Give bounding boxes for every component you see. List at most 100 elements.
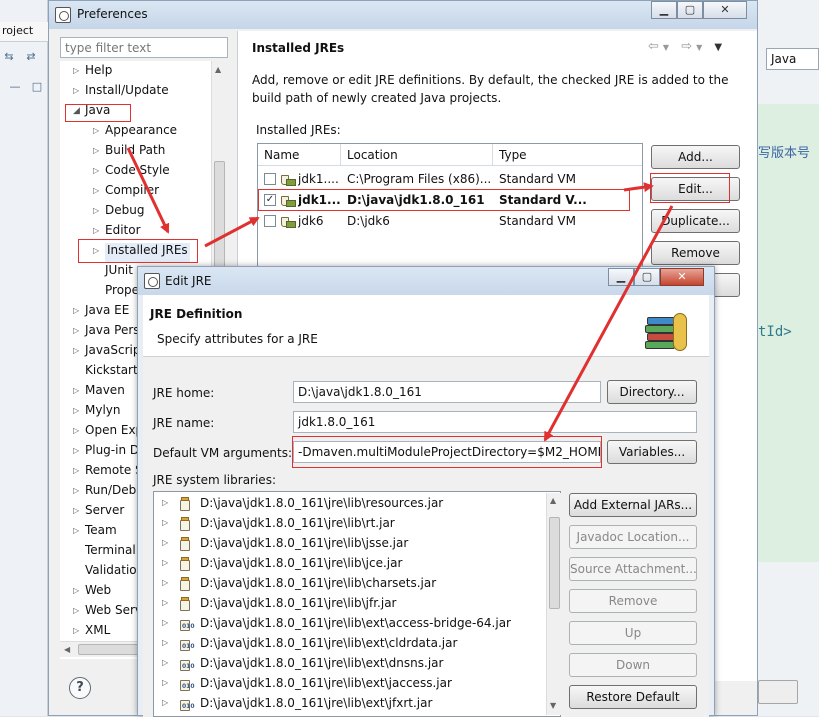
expand-icon[interactable]: ▷ — [162, 518, 168, 527]
tree-item-xml[interactable]: ▷ XML — [73, 623, 110, 643]
add-external-jars-button[interactable]: Add External JARs... — [569, 493, 697, 517]
source-attachment-button[interactable]: Source Attachment... — [569, 557, 697, 581]
tree-item-maven[interactable]: ▷ Maven — [73, 383, 125, 403]
expand-icon[interactable]: ▷ — [73, 466, 79, 475]
tree-item-compiler[interactable]: ▷ Compiler — [93, 183, 159, 203]
close-button[interactable]: ✕ — [703, 1, 747, 19]
edit-jre-title-bar[interactable]: Edit JRE ▁ ▢ ✕ — [138, 267, 714, 295]
close-icon[interactable]: ✕ — [660, 268, 704, 286]
move-down-button[interactable]: Down — [569, 653, 697, 677]
tree-item-team[interactable]: ▷ Team — [73, 523, 117, 543]
tree-item-help[interactable]: ▷ Help — [73, 63, 112, 83]
minimize-button[interactable]: ▁ — [608, 268, 634, 286]
minimize-button[interactable]: ▁ — [651, 1, 677, 19]
tree-item-debug[interactable]: ▷ Debug — [93, 203, 144, 223]
variables-button[interactable]: Variables... — [607, 440, 697, 464]
jre-checkbox[interactable] — [264, 215, 276, 227]
tree-item-mylyn[interactable]: ▷ Mylyn — [73, 403, 121, 423]
expand-icon[interactable]: ▷ — [93, 166, 99, 175]
collapse-icon[interactable]: ◢ — [73, 106, 80, 116]
scroll-down-icon[interactable]: ▼ — [550, 701, 556, 710]
tree-item-code-style[interactable]: ▷ Code Style — [93, 163, 170, 183]
expand-icon[interactable]: ▷ — [73, 346, 79, 355]
tree-item-terminal[interactable]: Terminal — [85, 543, 136, 563]
expand-icon[interactable]: ▷ — [73, 306, 79, 315]
expand-icon[interactable]: ▷ — [162, 658, 168, 667]
filter-input[interactable]: type filter text — [60, 37, 228, 58]
expand-icon[interactable]: ▷ — [73, 66, 79, 75]
directory-button[interactable]: Directory... — [607, 380, 697, 404]
tree-item-appearance[interactable]: ▷ Appearance — [93, 123, 177, 143]
expand-icon[interactable]: ▷ — [93, 186, 99, 195]
scroll-up-icon[interactable]: ▲ — [550, 496, 556, 505]
maximize-button[interactable]: ▢ — [677, 1, 703, 19]
column-header-type[interactable]: Type — [493, 144, 642, 166]
tree-item-editor[interactable]: ▷ Editor — [93, 223, 141, 243]
back-menu-icon[interactable]: ▼ — [663, 43, 673, 52]
remove-library-button[interactable]: Remove — [569, 589, 697, 613]
tree-item-validation[interactable]: Validation — [85, 563, 144, 583]
expand-icon[interactable]: ▷ — [93, 126, 99, 135]
maximize-button[interactable]: ▢ — [634, 268, 660, 286]
tree-item-install-update[interactable]: ▷ Install/Update — [73, 83, 169, 103]
table-row-selected[interactable]: ✓ jdk1.... D:\java\jdk1.8.0_161 Standard… — [258, 190, 642, 211]
restore-default-button[interactable]: Restore Default — [569, 685, 697, 709]
forward-icon[interactable]: ⇨ — [681, 39, 696, 54]
column-header-location[interactable]: Location — [341, 144, 493, 166]
scroll-thumb[interactable] — [549, 517, 560, 609]
expand-icon[interactable]: ▷ — [162, 578, 168, 587]
expand-icon[interactable]: ▷ — [73, 386, 79, 395]
tree-item-build-path[interactable]: ▷ Build Path — [93, 143, 165, 163]
jre-name-input[interactable]: jdk1.8.0_161 — [293, 411, 697, 433]
table-row[interactable]: jdk1.... C:\Program Files (x86)... Stand… — [258, 169, 642, 190]
view-menu-icon[interactable]: ▼ — [714, 42, 726, 53]
minimize-view-icon[interactable]: — — [8, 80, 22, 94]
back-icon[interactable]: ⇦ — [648, 39, 663, 54]
libraries-scrollbar[interactable]: ▲ ▼ — [546, 493, 561, 715]
expand-icon[interactable]: ▷ — [162, 618, 168, 627]
expand-icon[interactable]: ▷ — [162, 538, 168, 547]
scroll-up-icon[interactable]: ▲ — [215, 65, 221, 74]
maximize-view-icon[interactable]: □ — [30, 80, 44, 94]
table-row[interactable]: jdk6 D:\jdk6 Standard VM — [258, 211, 642, 232]
remove-jre-button[interactable]: Remove — [651, 241, 740, 265]
expand-icon[interactable]: ▷ — [162, 638, 168, 647]
expand-icon[interactable]: ▷ — [73, 506, 79, 515]
expand-icon[interactable]: ▷ — [93, 146, 99, 155]
jre-checkbox[interactable] — [264, 173, 276, 185]
expand-icon[interactable]: ▷ — [93, 206, 99, 215]
expand-icon[interactable]: ▷ — [73, 446, 79, 455]
expand-icon[interactable]: ▷ — [162, 558, 168, 567]
background-button[interactable] — [758, 680, 798, 704]
expand-icon[interactable]: ▷ — [73, 606, 79, 615]
tree-item-server[interactable]: ▷ Server — [73, 503, 124, 523]
expand-icon[interactable]: ▷ — [73, 526, 79, 535]
expand-icon[interactable]: ▷ — [162, 498, 168, 507]
background-tab[interactable]: roject — [0, 22, 48, 42]
expand-icon[interactable]: ▷ — [73, 86, 79, 95]
expand-icon[interactable]: ▷ — [162, 678, 168, 687]
expand-icon[interactable]: ▷ — [73, 626, 79, 635]
expand-icon[interactable]: ▷ — [73, 426, 79, 435]
expand-icon[interactable]: ▷ — [73, 586, 79, 595]
expand-icon[interactable]: ▷ — [73, 486, 79, 495]
tree-item-java-ee[interactable]: ▷ Java EE — [73, 303, 129, 323]
help-icon[interactable]: ? — [69, 677, 91, 699]
jre-checkbox-checked[interactable]: ✓ — [264, 194, 276, 206]
expand-icon[interactable]: ▷ — [73, 406, 79, 415]
expand-icon[interactable]: ▷ — [73, 326, 79, 335]
tree-item-java[interactable]: ◢ Java — [73, 103, 110, 123]
javadoc-location-button[interactable]: Javadoc Location... — [569, 525, 697, 549]
link-editor-icon[interactable]: ⇄ — [24, 50, 38, 64]
forward-menu-icon[interactable]: ▼ — [696, 43, 706, 52]
scroll-thumb[interactable] — [214, 161, 225, 281]
move-up-button[interactable]: Up — [569, 621, 697, 645]
column-header-name[interactable]: Name — [258, 144, 341, 166]
tree-item-kickstart[interactable]: Kickstart — [85, 363, 138, 383]
expand-icon[interactable]: ▷ — [162, 598, 168, 607]
tree-item-installed-jres[interactable]: ▷ Installed JREs — [93, 243, 190, 263]
scroll-left-icon[interactable]: ◀ — [64, 645, 70, 654]
expand-icon[interactable]: ▷ — [93, 246, 99, 255]
jre-home-input[interactable]: D:\java\jdk1.8.0_161 — [293, 381, 601, 403]
duplicate-jre-button[interactable]: Duplicate... — [651, 209, 740, 233]
